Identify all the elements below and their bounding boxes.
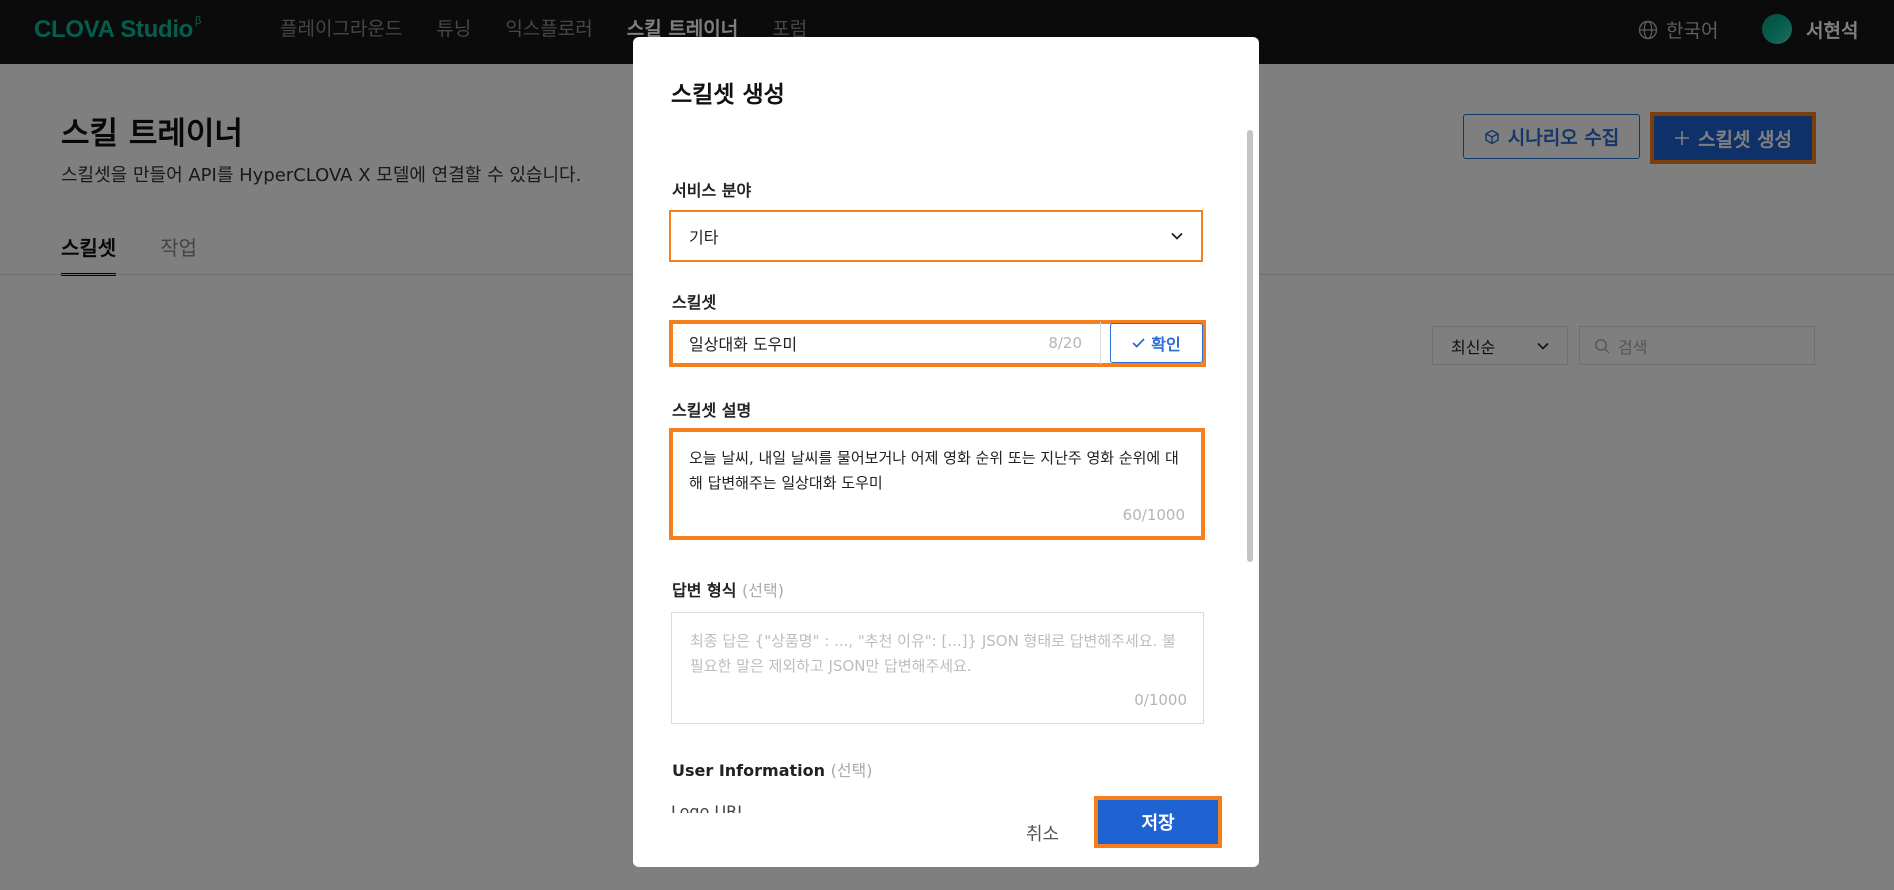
confirm-label: 확인 <box>1151 335 1181 354</box>
skillset-name-input[interactable]: 일상대화 도우미 8/20 <box>671 322 1101 364</box>
description-field-label: 스킬셋 설명 <box>672 401 752 420</box>
confirm-button[interactable]: 확인 <box>1110 323 1203 363</box>
service-select[interactable]: 기타 <box>671 212 1201 260</box>
skillset-field-label: 스킬셋 <box>672 293 717 312</box>
skillset-name-count: 8/20 <box>1048 334 1082 352</box>
cancel-button[interactable]: 취소 <box>1026 820 1059 846</box>
modal-body: 서비스 분야 기타 스킬셋 일상대화 도우미 8/20 확인 스킬셋 설명 오늘… <box>633 127 1259 813</box>
answer-format-textarea[interactable]: 최종 답은 {"상품명" : ..., "추천 이유": [...]} JSON… <box>671 612 1204 724</box>
modal-title: 스킬셋 생성 <box>671 82 785 108</box>
user-information-label-text: User Information <box>672 761 825 780</box>
user-information-label: User Information (선택) <box>672 757 873 781</box>
save-button-highlight: 저장 <box>1094 796 1222 848</box>
description-value: 오늘 날씨, 내일 날씨를 물어보거나 어제 영화 순위 또는 지난주 영화 순… <box>689 449 1179 492</box>
user-information-optional: (선택) <box>830 761 873 780</box>
skillset-name-value: 일상대화 도우미 <box>689 335 798 354</box>
save-button[interactable]: 저장 <box>1098 800 1218 844</box>
create-skillset-modal: 스킬셋 생성 서비스 분야 기타 스킬셋 일상대화 도우미 8/20 확인 스킬… <box>633 37 1259 867</box>
description-count: 60/1000 <box>1122 506 1185 524</box>
answer-format-optional: (선택) <box>742 581 784 600</box>
description-textarea[interactable]: 오늘 날씨, 내일 날씨를 물어보거나 어제 영화 순위 또는 지난주 영화 순… <box>671 430 1201 538</box>
service-value: 기타 <box>689 228 719 247</box>
chevron-down-icon <box>1171 232 1183 240</box>
answer-format-label-text: 답변 형식 <box>672 581 737 600</box>
answer-format-placeholder: 최종 답은 {"상품명" : ..., "추천 이유": [...]} JSON… <box>690 632 1176 675</box>
answer-format-label: 답변 형식 (선택) <box>672 577 784 601</box>
logo-url-label: Logo URL <box>671 802 747 813</box>
check-icon <box>1132 338 1145 348</box>
answer-format-count: 0/1000 <box>1134 691 1187 709</box>
service-field-label: 서비스 분야 <box>672 181 752 200</box>
